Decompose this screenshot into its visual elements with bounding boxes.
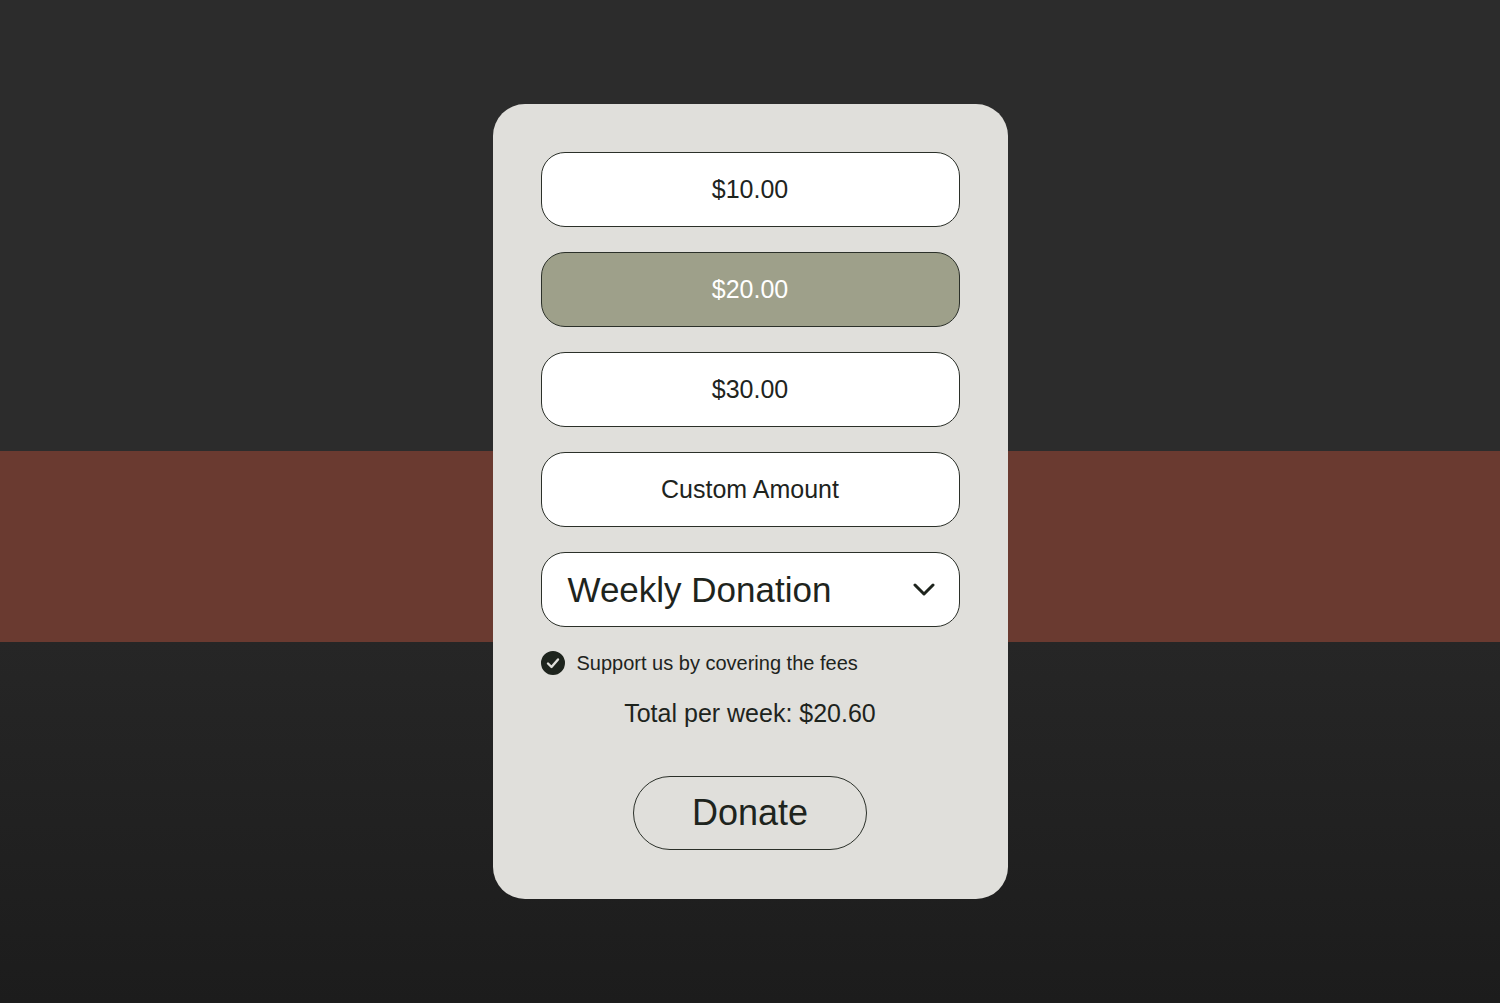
donate-button[interactable]: Donate [633, 776, 867, 850]
frequency-dropdown[interactable]: Weekly Donation [541, 552, 960, 627]
donation-card: $10.00 $20.00 $30.00 Custom Amount Weekly Do… [493, 104, 1008, 899]
background-photo: $10.00 $20.00 $30.00 Custom Amount Weekly Do… [0, 0, 1500, 1003]
amount-option[interactable]: $20.00 [541, 252, 960, 327]
check-circle-icon [541, 651, 565, 675]
amount-option[interactable]: Custom Amount [541, 452, 960, 527]
chevron-down-icon [913, 583, 935, 597]
cover-fees-label: Support us by covering the fees [577, 652, 858, 675]
frequency-value: Weekly Donation [568, 570, 832, 610]
amount-option[interactable]: $10.00 [541, 152, 960, 227]
total-text: Total per week: $20.60 [541, 699, 960, 728]
cover-fees-checkbox[interactable]: Support us by covering the fees [541, 651, 960, 675]
amount-option[interactable]: $30.00 [541, 352, 960, 427]
